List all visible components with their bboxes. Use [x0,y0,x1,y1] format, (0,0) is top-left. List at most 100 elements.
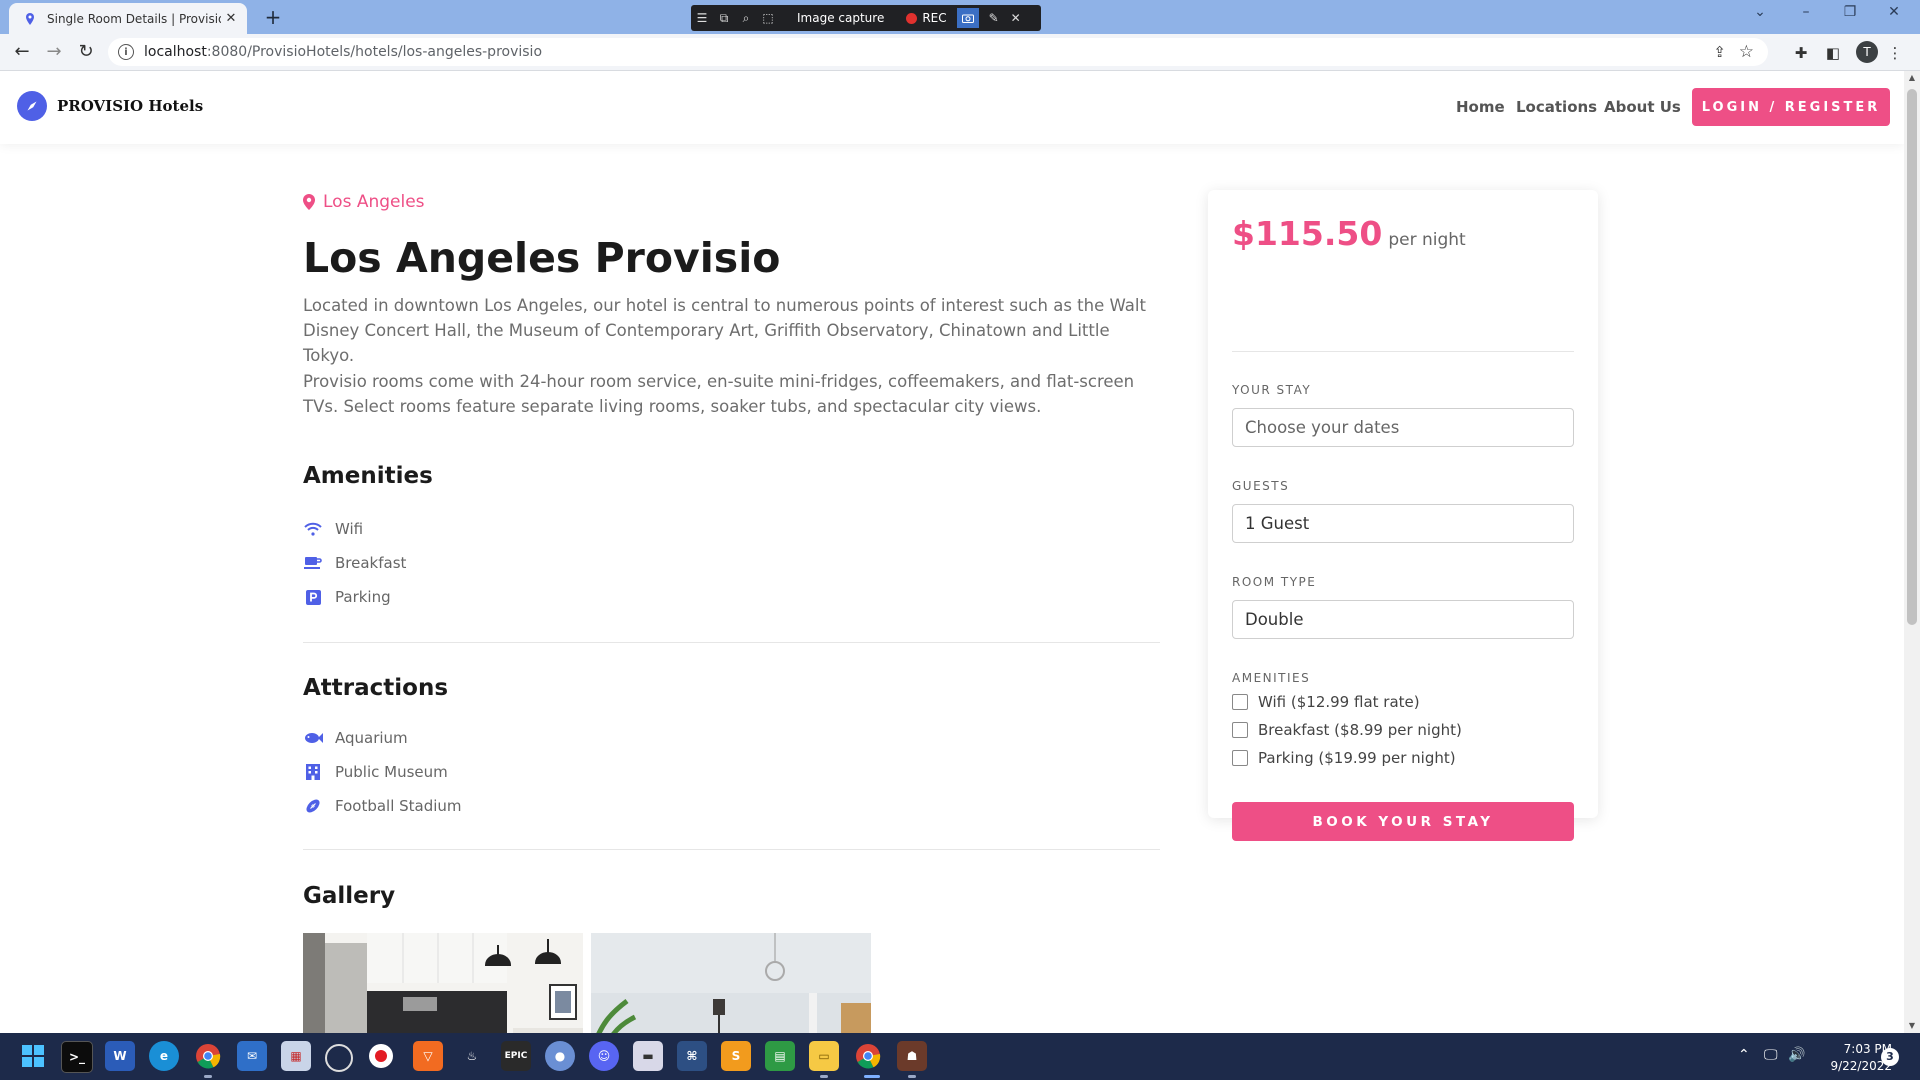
region-zoom-icon[interactable]: ⌕ [735,11,757,26]
close-capture-icon[interactable]: ✕ [1005,11,1027,25]
card-divider [1232,351,1574,352]
camera-icon[interactable] [956,8,979,28]
location-pin-favicon-icon [26,12,34,25]
bookmark-star-icon[interactable]: ☆ [1739,42,1754,62]
file-explorer-icon[interactable]: ▭ [809,1041,839,1071]
parking-checkbox-row[interactable]: Parking ($19.99 per night) [1232,744,1462,772]
section-divider [303,849,1160,850]
book-your-stay-button[interactable]: BOOK YOUR STAY [1232,802,1574,841]
windows-start-icon[interactable] [18,1041,48,1071]
price-amount: $115.50 [1232,214,1383,253]
brave-icon[interactable]: ▽ [413,1041,443,1071]
room-type-select[interactable]: Double [1232,600,1574,639]
chrome-profile-icon[interactable] [853,1041,883,1071]
breakfast-checkbox-row[interactable]: Breakfast ($8.99 per night) [1232,716,1462,744]
price-display: $115.50 per night [1232,214,1466,253]
tray-overflow-icon[interactable]: ⌃ [1738,1047,1750,1063]
gallery-image-living-room[interactable] [591,933,871,1033]
nav-locations[interactable]: Locations [1516,98,1597,116]
terminal-icon[interactable]: >_ [61,1041,93,1073]
date-range-input[interactable]: Choose your dates [1232,408,1574,447]
record-dot-icon [906,12,918,24]
browser-menu-icon[interactable]: ⋮ [1884,42,1906,64]
reload-icon[interactable]: ↻ [74,40,98,64]
extensions-puzzle-icon[interactable]: ✚ [1790,42,1812,64]
parking-checkbox[interactable] [1232,750,1248,766]
spreadsheet-icon[interactable]: ▤ [765,1041,795,1071]
crop-icon[interactable]: ⬚ [757,11,779,25]
hotel-location: Los Angeles [303,192,425,212]
running-indicator [908,1075,916,1078]
restore-icon[interactable]: ❐ [1830,4,1870,28]
amenities-heading: Amenities [303,463,433,489]
address-bar[interactable]: i localhost:8080/ProvisioHotels/hotels/l… [108,38,1768,66]
breakfast-checkbox[interactable] [1232,722,1248,738]
site-info-icon[interactable]: i [118,44,134,60]
notification-badge[interactable]: 3 [1881,1048,1899,1066]
your-stay-label: YOUR STAY [1232,383,1312,397]
wifi-checkbox-row[interactable]: Wifi ($12.99 flat rate) [1232,688,1462,716]
running-indicator [820,1075,828,1078]
window-capture-icon[interactable]: ⧉ [713,11,735,26]
page-scrollbar[interactable]: ▲ ▼ [1904,71,1920,1033]
guests-select[interactable]: 1 Guest [1232,504,1574,543]
attraction-label: Aquarium [335,729,408,747]
nav-about-us[interactable]: About Us [1604,98,1681,116]
amenity-label: Breakfast [335,554,407,572]
amenity-label: Wifi [335,520,364,538]
gallery-heading: Gallery [303,883,396,909]
app-circle-icon[interactable] [325,1044,353,1072]
disc-app-icon[interactable]: ▬ [633,1041,663,1071]
menu-icon[interactable]: ☰ [691,11,713,25]
share-icon[interactable]: ⇪ [1713,43,1726,61]
login-register-button[interactable]: LOGIN / REGISTER [1692,88,1890,126]
sublime-text-icon[interactable]: S [721,1041,751,1071]
scroll-up-icon[interactable]: ▲ [1904,71,1920,85]
close-tab-icon[interactable]: ✕ [221,11,241,26]
nav-home[interactable]: Home [1456,98,1505,116]
epic-games-icon[interactable]: EPIC [501,1041,531,1071]
browser-tab-active[interactable]: Single Room Details | Provisio Ho ✕ [9,3,247,34]
price-unit: per night [1388,230,1466,250]
attractions-heading: Attractions [303,675,449,701]
checkbox-label: Wifi ($12.99 flat rate) [1258,693,1420,711]
pen-icon[interactable]: ✎ [983,11,1005,25]
scrollbar-thumb[interactable] [1907,89,1917,625]
scroll-down-icon[interactable]: ▼ [1904,1019,1920,1033]
fish-icon [303,729,323,747]
url-host: localhost [144,44,207,60]
record-button[interactable]: REC [906,11,947,25]
minimize-icon[interactable]: – [1786,4,1826,28]
task-tracker-icon[interactable]: ▦ [281,1041,311,1071]
network-icon[interactable]: 🖵 [1764,1047,1778,1063]
game-launcher-icon[interactable]: ☗ [897,1041,927,1071]
gallery-image-kitchen[interactable] [303,933,583,1033]
discord-icon[interactable]: ☺ [589,1041,619,1071]
back-icon[interactable]: ← [10,40,34,64]
side-panel-icon[interactable]: ◧ [1822,42,1844,64]
tab-search-icon[interactable]: ⌄ [1740,4,1780,28]
chrome-icon[interactable] [193,1041,223,1071]
code-editor-icon[interactable]: ⌘ [677,1041,707,1071]
url-path: :8080/ProvisioHotels/hotels/los-angeles-… [206,44,543,60]
forward-icon[interactable]: → [42,40,66,64]
edge-icon[interactable]: e [149,1041,179,1071]
mail-icon[interactable]: ✉ [237,1041,267,1071]
clock-date: 9/22/2022 [1830,1059,1892,1073]
site-logo[interactable]: PROVISIO Hotels [17,91,203,121]
word-icon[interactable]: W [105,1041,135,1071]
amenity-label: Parking [335,588,391,606]
list-item: Breakfast [303,546,406,580]
close-window-icon[interactable]: ✕ [1874,4,1914,28]
tab-title: Single Room Details | Provisio Ho [47,11,221,26]
wifi-checkbox[interactable] [1232,694,1248,710]
capture-label: Image capture [797,11,885,25]
steam-icon[interactable]: ♨ [457,1041,487,1071]
new-tab-icon[interactable]: + [260,4,286,30]
app-orb-icon[interactable]: ● [545,1041,575,1071]
volume-icon[interactable]: 🔊 [1788,1047,1805,1063]
record-app-icon[interactable] [369,1044,393,1068]
profile-avatar[interactable]: T [1856,41,1878,63]
hotel-description: Located in downtown Los Angeles, our hot… [303,296,1146,365]
system-clock[interactable]: 7:03 PM 9/22/2022 [1812,1041,1892,1075]
